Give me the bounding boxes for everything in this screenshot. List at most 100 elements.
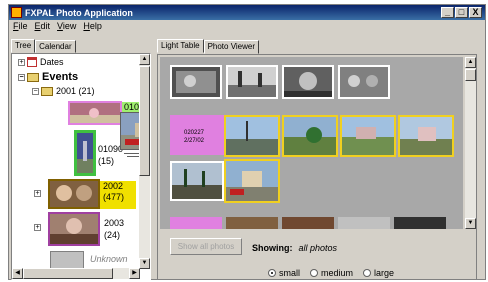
size-label-small: small — [279, 268, 301, 278]
title-bar[interactable]: FXPAL Photo Application _ □ X — [9, 5, 485, 20]
collapse-icon[interactable]: − — [32, 87, 39, 95]
photo-thumbnail[interactable] — [282, 217, 334, 229]
tab-calendar[interactable]: Calendar — [35, 40, 76, 53]
photo-thumbnail-selected[interactable] — [224, 115, 280, 157]
tree-vertical-scrollbar[interactable]: ▲ ▼ — [139, 54, 150, 269]
photo-thumbnail[interactable] — [282, 65, 334, 99]
minimize-button[interactable]: _ — [441, 7, 454, 18]
photo-image — [340, 67, 388, 97]
tab-tree[interactable]: Tree — [11, 39, 36, 53]
photo-thumbnail[interactable] — [226, 65, 278, 99]
scroll-right-arrow-icon[interactable]: ▶ — [129, 268, 140, 279]
menu-help[interactable]: Help — [83, 21, 102, 34]
tree-label-events: Events — [42, 71, 79, 83]
light-table-vertical-scrollbar[interactable]: ▲ ▼ — [465, 57, 476, 229]
event-label-box: 2002 (477) — [100, 181, 136, 209]
thumbnail-size-options: small medium large — [268, 268, 394, 278]
date-card[interactable]: 020227 2/27/02 — [170, 115, 224, 155]
showing-value: all photos — [298, 243, 338, 253]
tree-item-dates[interactable]: + Dates — [18, 57, 64, 67]
size-option-small[interactable]: small — [268, 268, 300, 278]
tree-expander-2002: + — [34, 190, 43, 197]
radio-large[interactable] — [363, 269, 372, 277]
size-label-large: large — [374, 268, 395, 278]
date-card-date: 2/27/02 — [184, 138, 205, 144]
scroll-thumb[interactable] — [465, 69, 476, 81]
maximize-button[interactable]: □ — [455, 7, 468, 18]
photo-thumbnail[interactable] — [394, 217, 446, 229]
photo-thumbnail[interactable] — [226, 217, 278, 229]
scroll-up-arrow-icon[interactable]: ▲ — [465, 57, 476, 68]
app-window: FXPAL Photo Application _ □ X File Edit … — [8, 4, 486, 280]
left-tab-strip: Tree Calendar — [11, 39, 76, 53]
app-icon — [11, 7, 22, 18]
light-table-panel: 020227 2/27/02 ▲ ▼ Show all photos Showi… — [157, 54, 477, 280]
showing-status: Showing: all photos — [252, 243, 337, 253]
size-label-medium: medium — [321, 268, 354, 278]
menu-file[interactable]: File — [13, 21, 28, 34]
date-card[interactable] — [170, 217, 222, 229]
right-tab-strip: Light Table Photo Viewer — [157, 39, 259, 54]
collapse-icon[interactable]: − — [18, 73, 25, 81]
photo-image — [77, 133, 93, 173]
event-thumbnail[interactable] — [74, 130, 96, 176]
size-option-medium[interactable]: medium — [310, 268, 353, 278]
photo-thumbnail-selected[interactable] — [398, 115, 454, 157]
expand-icon[interactable]: + — [18, 58, 25, 66]
showing-label: Showing: — [252, 243, 293, 253]
photo-thumbnail[interactable] — [170, 161, 224, 201]
scroll-down-arrow-icon[interactable]: ▼ — [139, 258, 150, 269]
event-label: 2002 — [103, 181, 124, 191]
tree-item-events[interactable]: − Events — [18, 71, 78, 83]
tree-label-dates: Dates — [40, 57, 64, 67]
photo-image — [226, 161, 278, 201]
tree-expander-2003: + — [34, 224, 43, 231]
event-thumbnail[interactable] — [68, 101, 122, 125]
photo-thumbnail[interactable] — [338, 217, 390, 229]
event-label: Unknown — [90, 254, 128, 264]
tree-horizontal-scrollbar[interactable]: ◀ ▶ — [12, 268, 140, 279]
photo-image — [226, 117, 278, 155]
event-count: (24) — [104, 230, 121, 240]
radio-small[interactable] — [268, 269, 276, 277]
close-button[interactable]: X — [469, 7, 482, 18]
date-card-code: 020227 — [184, 130, 205, 136]
menu-bar: File Edit View Help — [9, 21, 102, 34]
tab-photo-viewer[interactable]: Photo Viewer — [203, 40, 259, 54]
event-count: (477) — [103, 192, 125, 202]
photo-thumbnail-selected[interactable] — [340, 115, 396, 157]
size-option-large[interactable]: large — [363, 268, 394, 278]
photo-thumbnail-selected[interactable] — [282, 115, 338, 157]
tree-panel: + Dates − Events − 2001 (21) 01060 01090… — [11, 53, 151, 280]
scroll-up-arrow-icon[interactable]: ▲ — [139, 54, 150, 65]
photo-image — [172, 67, 220, 97]
expand-icon[interactable]: + — [34, 224, 41, 231]
folder-icon — [27, 72, 39, 82]
expand-icon[interactable]: + — [34, 190, 41, 197]
menu-edit[interactable]: Edit — [35, 21, 51, 34]
tree-item-2001[interactable]: − 2001 (21) — [32, 86, 95, 96]
scroll-thumb[interactable] — [23, 268, 113, 279]
event-thumbnail[interactable] — [48, 179, 100, 209]
photo-thumbnail-selected[interactable] — [224, 159, 280, 203]
photo-image — [284, 117, 336, 155]
unknown-thumbnail[interactable] — [50, 251, 84, 269]
photo-image — [50, 214, 98, 244]
light-table[interactable]: 020227 2/27/02 — [160, 57, 463, 229]
show-all-photos-button[interactable]: Show all photos — [170, 238, 242, 255]
photo-image — [400, 117, 452, 155]
tab-light-table[interactable]: Light Table — [157, 39, 204, 53]
menu-view[interactable]: View — [57, 21, 76, 34]
scroll-left-arrow-icon[interactable]: ◀ — [12, 268, 23, 279]
event-thumbnail[interactable] — [48, 212, 100, 246]
photo-image — [228, 67, 276, 97]
scroll-down-arrow-icon[interactable]: ▼ — [465, 218, 476, 229]
photo-thumbnail[interactable] — [338, 65, 390, 99]
folder-icon — [41, 86, 53, 96]
window-title: FXPAL Photo Application — [25, 7, 133, 18]
radio-medium[interactable] — [310, 269, 319, 277]
photo-thumbnail[interactable] — [170, 65, 222, 99]
photo-image — [70, 103, 120, 123]
scroll-thumb[interactable] — [139, 66, 150, 176]
event-count: (15) — [98, 156, 115, 166]
